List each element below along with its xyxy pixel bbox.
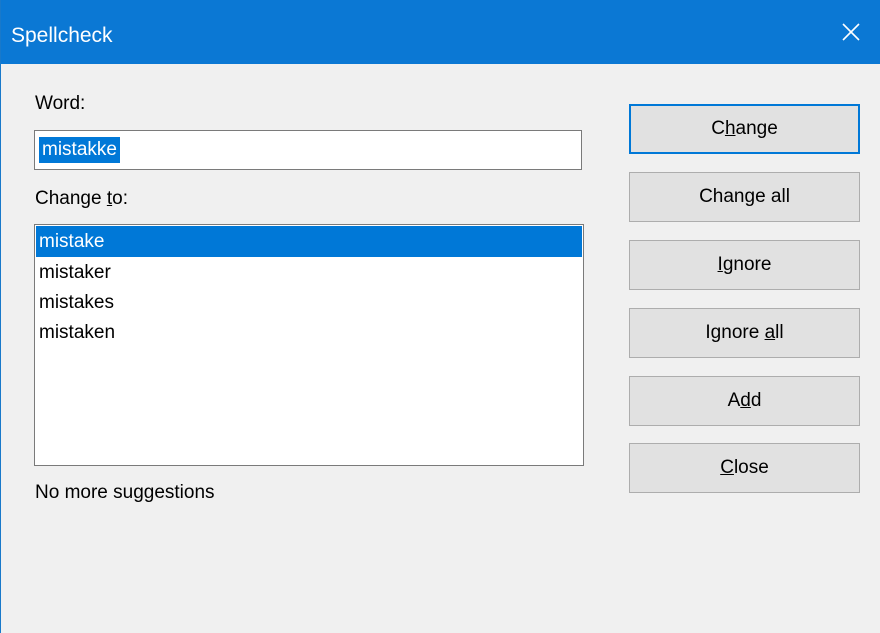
change-button-accel: h xyxy=(724,118,736,139)
suggestion-item[interactable]: mistake xyxy=(36,226,582,257)
close-button-post: lose xyxy=(733,457,769,478)
ignore-button-post: gnore xyxy=(722,254,772,275)
change-all-button-post: e all xyxy=(755,186,790,207)
add-button-post: d xyxy=(750,390,762,411)
word-label: Word: xyxy=(35,93,86,114)
title-bar[interactable]: Spellcheck xyxy=(1,0,880,64)
spellcheck-dialog: Spellcheck Word: mistakke Change to: mis… xyxy=(0,0,880,633)
suggestions-list[interactable]: mistake mistaker mistakes mistaken xyxy=(34,224,584,466)
ignore-button[interactable]: Ignore xyxy=(629,240,860,290)
change-to-label-post: o: xyxy=(112,188,128,209)
close-icon xyxy=(842,23,860,41)
close-button-accel: C xyxy=(720,457,734,478)
suggestion-item[interactable]: mistakes xyxy=(36,287,582,318)
suggestion-item[interactable]: mistaken xyxy=(36,317,582,348)
word-field-value: mistakke xyxy=(39,137,120,163)
change-all-button-pre: Chan xyxy=(699,186,745,207)
ignore-all-button[interactable]: Ignore a ll xyxy=(629,308,860,358)
change-all-button[interactable]: Chan g e all xyxy=(629,172,860,222)
change-to-label: Change to: xyxy=(35,188,128,210)
change-button-pre: C xyxy=(711,118,725,139)
add-button-pre: A xyxy=(727,390,741,411)
window-title: Spellcheck xyxy=(11,24,113,47)
ignore-all-button-post: ll xyxy=(775,322,784,343)
add-button[interactable]: Add xyxy=(629,376,860,426)
add-button-accel: d xyxy=(740,390,751,411)
change-button[interactable]: Ch ange xyxy=(629,104,860,154)
change-button-post: ange xyxy=(735,118,778,139)
ignore-all-button-accel: a xyxy=(764,322,776,343)
suggestion-item[interactable]: mistaker xyxy=(36,257,582,288)
status-text: No more suggestions xyxy=(35,482,215,503)
word-field[interactable]: mistakke xyxy=(34,130,582,170)
close-button[interactable]: Close xyxy=(629,443,860,493)
change-to-label-pre: Change xyxy=(35,188,107,209)
title-close-button[interactable] xyxy=(821,0,880,64)
ignore-all-button-pre: Ignore xyxy=(705,322,765,343)
change-all-button-accel: g xyxy=(744,186,756,207)
